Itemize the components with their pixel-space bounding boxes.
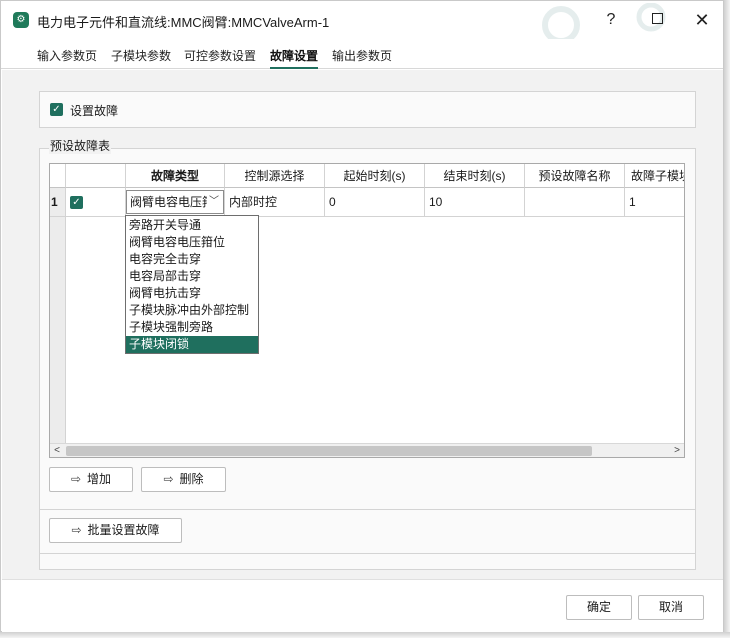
- app-icon: ⚙: [13, 12, 29, 28]
- close-button[interactable]: ✕: [691, 9, 713, 31]
- scroll-left-icon[interactable]: <: [50, 444, 64, 457]
- dropdown-option[interactable]: 电容完全击穿: [126, 251, 258, 268]
- fault-type-dropdown: 旁路开关导通 阀臂电容电压箝位 电容完全击穿 电容局部击穿 阀臂电抗击穿 子模块…: [125, 215, 259, 354]
- header-check: [66, 164, 126, 188]
- tab-controllable-params[interactable]: 可控参数设置: [184, 47, 256, 69]
- fault-name-cell[interactable]: [525, 188, 625, 217]
- add-button[interactable]: ⇨ 增加: [49, 467, 133, 492]
- window-shadow-bottom: [0, 632, 730, 638]
- preset-fault-group-title: 预设故障表: [49, 137, 112, 154]
- delete-button-label: 删除: [179, 472, 204, 486]
- window-title: 电力电子元件和直流线:MMC阀臂:MMCValveArm-1: [37, 15, 330, 30]
- end-time-cell[interactable]: 10: [425, 188, 525, 217]
- scroll-right-icon[interactable]: >: [670, 444, 684, 457]
- dropdown-option[interactable]: 阀臂电容电压箝位: [126, 234, 258, 251]
- dialog-window: ⚙ 电力电子元件和直流线:MMC阀臂:MMCValveArm-1 ? ✕ 输入参…: [0, 0, 724, 632]
- dropdown-option[interactable]: 电容局部击穿: [126, 268, 258, 285]
- row-header-strip: [50, 217, 66, 444]
- help-button[interactable]: ?: [600, 9, 622, 31]
- dropdown-option[interactable]: 子模块强制旁路: [126, 319, 258, 336]
- dialog-footer: 确定 取消: [2, 579, 723, 632]
- header-end-time[interactable]: 结束时刻(s): [425, 164, 525, 188]
- tab-bar: 输入参数页 子模块参数 可控参数设置 故障设置 输出参数页: [1, 39, 723, 69]
- title-bar: ⚙ 电力电子元件和直流线:MMC阀臂:MMCValveArm-1 ? ✕: [1, 1, 723, 39]
- start-time-cell[interactable]: 0: [325, 188, 425, 217]
- dropdown-option[interactable]: 子模块脉冲由外部控制: [126, 302, 258, 319]
- scrollbar-thumb[interactable]: [66, 446, 592, 456]
- tab-input-params[interactable]: 输入参数页: [37, 47, 97, 69]
- ok-button[interactable]: 确定: [566, 595, 632, 620]
- chevron-down-icon[interactable]: ﹀: [207, 191, 221, 213]
- row-enable-checkbox[interactable]: ✓: [70, 196, 83, 209]
- fault-submodule-cell[interactable]: 1: [625, 188, 684, 217]
- row-index: 1: [50, 188, 66, 217]
- enable-fault-group: ✓ 设置故障: [39, 91, 696, 128]
- fault-type-combobox[interactable]: 阀臂电容电压箝 ﹀: [126, 190, 224, 214]
- window-shadow-right: [724, 0, 730, 638]
- dropdown-option-selected[interactable]: 子模块闭锁: [126, 336, 258, 353]
- tab-output-params[interactable]: 输出参数页: [332, 47, 392, 69]
- arrow-right-icon: ⇨: [70, 472, 82, 486]
- header-control-source[interactable]: 控制源选择: [225, 164, 325, 188]
- row-check-cell: ✓: [66, 188, 126, 217]
- arrow-right-icon: ⇨: [71, 523, 82, 537]
- maximize-icon: [651, 12, 663, 24]
- header-fault-type[interactable]: 故障类型: [126, 164, 225, 188]
- control-source-cell[interactable]: 内部时控: [225, 188, 325, 217]
- batch-set-fault-button[interactable]: ⇨ 批量设置故障: [49, 518, 182, 543]
- enable-fault-label: 设置故障: [70, 104, 119, 118]
- fault-type-value: 阀臂电容电压箝: [130, 195, 215, 209]
- arrow-right-icon: ⇨: [163, 472, 174, 486]
- cancel-button[interactable]: 取消: [638, 595, 704, 620]
- header-fault-name[interactable]: 预设故障名称: [525, 164, 625, 188]
- horizontal-scrollbar[interactable]: < >: [50, 443, 684, 457]
- dropdown-option[interactable]: 旁路开关导通: [126, 217, 258, 234]
- dropdown-option[interactable]: 阀臂电抗击穿: [126, 285, 258, 302]
- header-row-index: [50, 164, 66, 188]
- enable-fault-checkbox[interactable]: ✓: [50, 103, 63, 116]
- batch-button-label: 批量设置故障: [87, 523, 160, 537]
- maximize-button[interactable]: [646, 9, 668, 31]
- delete-button[interactable]: ⇨ 删除: [141, 467, 226, 492]
- add-button-label: 增加: [87, 472, 112, 486]
- tab-submodule-params[interactable]: 子模块参数: [111, 47, 171, 69]
- header-fault-submodule[interactable]: 故障子模块: [625, 164, 684, 188]
- tab-fault-settings[interactable]: 故障设置: [270, 47, 319, 69]
- header-start-time[interactable]: 起始时刻(s): [325, 164, 425, 188]
